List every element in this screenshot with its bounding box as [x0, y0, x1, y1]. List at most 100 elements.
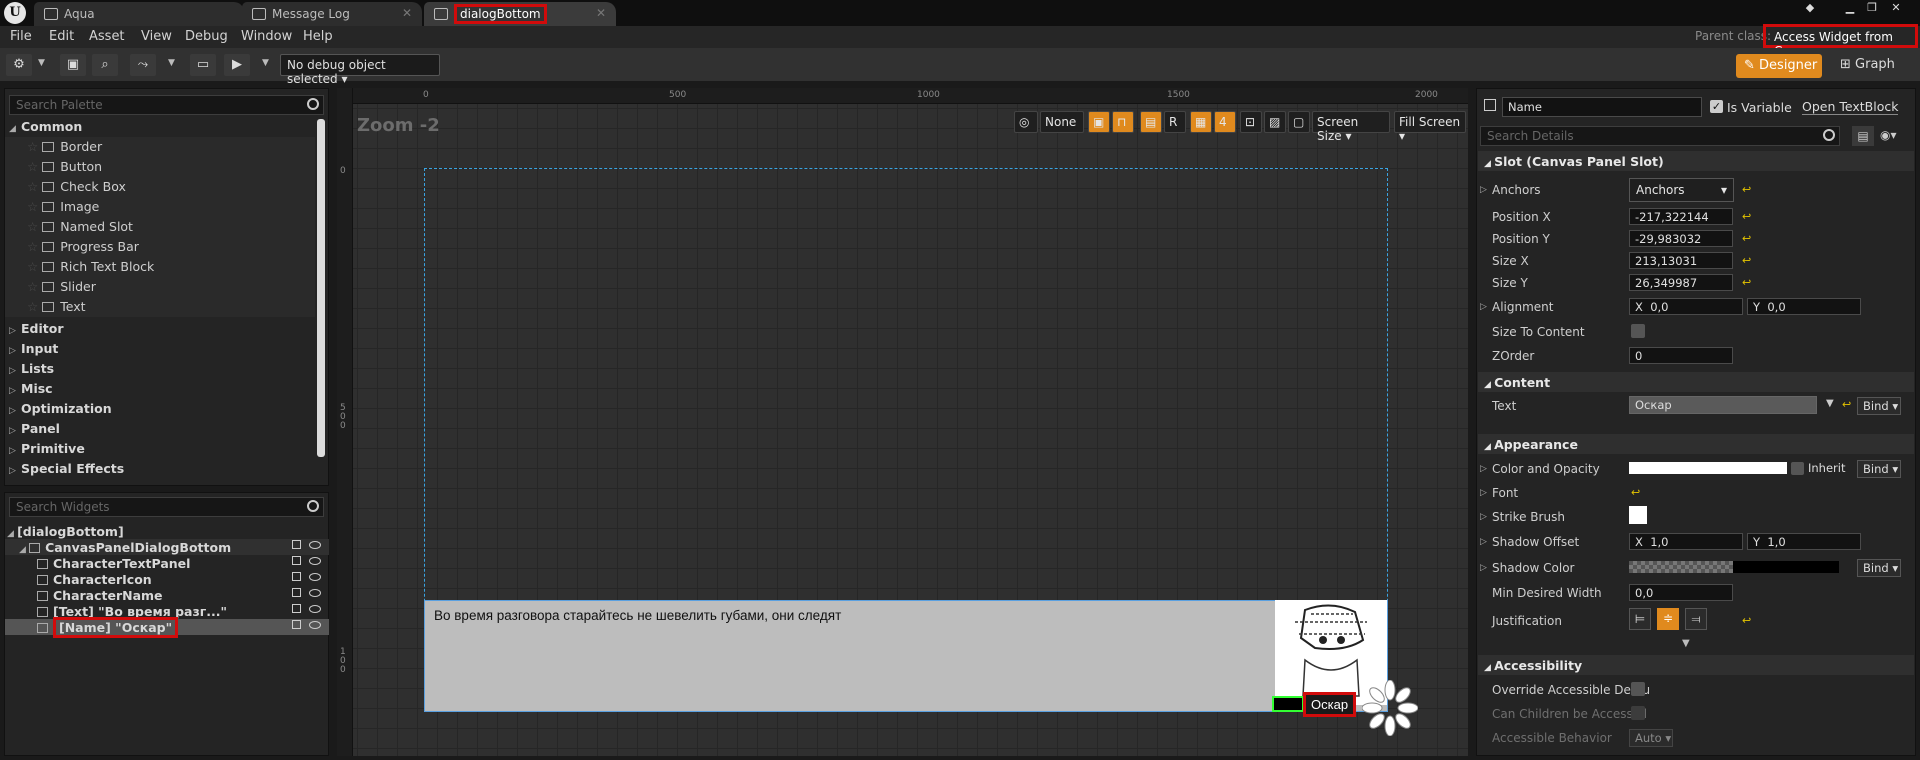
lock-icon[interactable] [292, 540, 301, 549]
menu-edit[interactable]: Edit [49, 29, 74, 44]
menu-debug[interactable]: Debug [185, 29, 228, 44]
layout-icon[interactable]: ▤ [1140, 111, 1162, 133]
lock-icon[interactable] [292, 572, 301, 581]
chevron-down-icon[interactable]: ▼ [262, 58, 269, 68]
section-appearance[interactable]: ◢ Appearance [1478, 434, 1914, 454]
palette-item-checkbox[interactable]: ☆ Check Box [5, 177, 315, 197]
close-window-icon[interactable]: ✕ [1886, 1, 1906, 15]
view-options-icon[interactable]: ▤ [1852, 126, 1874, 146]
globe-icon[interactable]: ◎ [1014, 111, 1038, 133]
position-y-field[interactable]: -29,983032 [1629, 230, 1733, 247]
size-y-field[interactable]: 26,349987 [1629, 274, 1733, 291]
star-icon[interactable]: ☆ [27, 279, 38, 294]
fill-screen-select[interactable]: Fill Screen ▾ [1394, 111, 1466, 143]
align-left-icon[interactable]: ⊨ [1629, 608, 1651, 630]
close-icon[interactable]: ✕ [596, 6, 606, 20]
hierarchy-item-icon[interactable]: CharacterIcon [5, 571, 329, 587]
graph-button[interactable]: ⊞ Graph [1840, 57, 1895, 72]
dpi-icon[interactable]: ⊡ [1240, 111, 1262, 133]
menu-window[interactable]: Window [241, 29, 292, 44]
palette-item-slider[interactable]: ☆ Slider [5, 277, 315, 297]
star-icon[interactable]: ☆ [27, 199, 38, 214]
category-optimization[interactable]: ▷ Optimization [9, 401, 112, 416]
dialog-text[interactable]: Во время разговора старайтесь не шевелит… [434, 608, 841, 623]
lock-icon[interactable] [292, 556, 301, 565]
eye-icon[interactable] [309, 621, 321, 629]
class-settings-icon[interactable]: ▭ [190, 54, 216, 76]
maximize-icon[interactable]: ❐ [1862, 1, 1882, 15]
lock-icon[interactable] [292, 620, 301, 629]
reset-arrow-icon[interactable]: ↩ [1842, 398, 1851, 411]
reset-arrow-icon[interactable]: ↩ [1742, 276, 1751, 289]
accessible-behavior-select[interactable]: Auto ▾ [1629, 729, 1673, 747]
star-icon[interactable]: ☆ [27, 219, 38, 234]
zorder-field[interactable]: 0 [1629, 347, 1733, 364]
hierarchy-item-text-panel[interactable]: CharacterTextPanel [5, 555, 329, 571]
browse-icon[interactable]: ⌕ [92, 54, 118, 76]
star-icon[interactable]: ☆ [27, 179, 38, 194]
details-search-input[interactable]: Search Details [1480, 126, 1840, 146]
palette-item-named-slot[interactable]: ☆ Named Slot [5, 217, 315, 237]
eye-icon[interactable] [309, 605, 321, 613]
category-panel[interactable]: ▷ Panel [9, 421, 60, 436]
bind-button[interactable]: Bind ▾ [1857, 559, 1901, 577]
category-primitive[interactable]: ▷ Primitive [9, 441, 85, 456]
chevron-down-icon[interactable]: ▼ [38, 58, 45, 68]
star-icon[interactable]: ☆ [27, 299, 38, 314]
respect-locks-button[interactable]: R [1164, 111, 1186, 133]
grid-icon[interactable]: ▦ [1190, 111, 1212, 133]
eye-icon[interactable] [309, 573, 321, 581]
palette-item-progress-bar[interactable]: ☆ Progress Bar [5, 237, 315, 257]
shadow-offset-x-field[interactable]: X 1,0 [1629, 533, 1743, 550]
open-textblock-link[interactable]: Open TextBlock [1802, 99, 1899, 115]
grid-size-button[interactable]: 4 [1214, 111, 1236, 133]
category-input[interactable]: ▷ Input [9, 341, 58, 356]
hierarchy-root[interactable]: ◢ [dialogBottom] [5, 523, 329, 539]
alignment-label[interactable]: ▷ Alignment [1480, 300, 1553, 314]
category-editor[interactable]: ▷ Editor [9, 321, 64, 336]
outline-icon[interactable]: ▢ [1288, 111, 1310, 133]
lock-icon[interactable]: ⊓ [1112, 111, 1134, 133]
children-accessible-checkbox[interactable] [1631, 706, 1645, 720]
star-icon[interactable]: ☆ [27, 159, 38, 174]
expand-advanced-icon[interactable]: ▼ [1682, 638, 1690, 649]
tab-aqua[interactable]: Aqua [34, 2, 244, 26]
character-name-text[interactable]: Оскар [1303, 692, 1356, 717]
star-icon[interactable]: ☆ [27, 239, 38, 254]
align-center-icon[interactable]: ≑ [1657, 608, 1679, 630]
tab-message-log[interactable]: Message Log ✕ [242, 2, 422, 26]
tab-dialogbottom[interactable]: dialogBottom ✕ [424, 2, 616, 26]
is-variable-checkbox[interactable]: ✓ [1710, 100, 1723, 113]
name-widget-anchor[interactable] [1272, 696, 1304, 712]
text-value-field[interactable]: Оскар [1629, 396, 1817, 414]
section-slot[interactable]: ◢ Slot (Canvas Panel Slot) [1478, 151, 1914, 171]
menu-help[interactable]: Help [303, 29, 333, 44]
save-icon[interactable]: ▣ [60, 54, 86, 76]
source-control-icon[interactable]: ◆ [1800, 1, 1820, 15]
reset-arrow-icon[interactable]: ↩ [1742, 232, 1751, 245]
reset-arrow-icon[interactable]: ↩ [1742, 614, 1751, 627]
eye-options-icon[interactable]: ◉▾ [1880, 128, 1897, 142]
strike-brush-swatch[interactable] [1629, 506, 1647, 524]
designer-button[interactable]: ✎ Designer [1736, 54, 1822, 78]
size-x-field[interactable]: 213,13031 [1629, 252, 1733, 269]
anchors-label[interactable]: ▷ Anchors [1480, 183, 1541, 197]
category-common[interactable]: ◢ Common [9, 119, 82, 134]
category-misc[interactable]: ▷ Misc [9, 381, 53, 396]
min-width-field[interactable]: 0,0 [1629, 584, 1733, 601]
category-special-effects[interactable]: ▷ Special Effects [9, 461, 124, 476]
close-icon[interactable]: ✕ [402, 6, 412, 20]
lock-icon[interactable] [292, 604, 301, 613]
section-content[interactable]: ◢ Content [1478, 372, 1914, 392]
font-label[interactable]: ▷ Font [1480, 486, 1518, 500]
parent-class-value[interactable]: Access Widget from Cpp [1763, 24, 1918, 58]
strike-brush-label[interactable]: ▷ Strike Brush [1480, 510, 1565, 524]
menu-view[interactable]: View [141, 29, 172, 44]
shadow-color-alpha-swatch[interactable] [1629, 561, 1733, 573]
bind-button[interactable]: Bind ▾ [1857, 460, 1901, 478]
localize-preview-button[interactable]: None [1040, 111, 1084, 133]
reset-arrow-icon[interactable]: ↩ [1742, 210, 1751, 223]
image-preview-icon[interactable]: ▨ [1264, 111, 1286, 133]
shadow-color-label[interactable]: ▷ Shadow Color [1480, 561, 1575, 575]
minimize-icon[interactable]: ▁ [1840, 1, 1860, 15]
